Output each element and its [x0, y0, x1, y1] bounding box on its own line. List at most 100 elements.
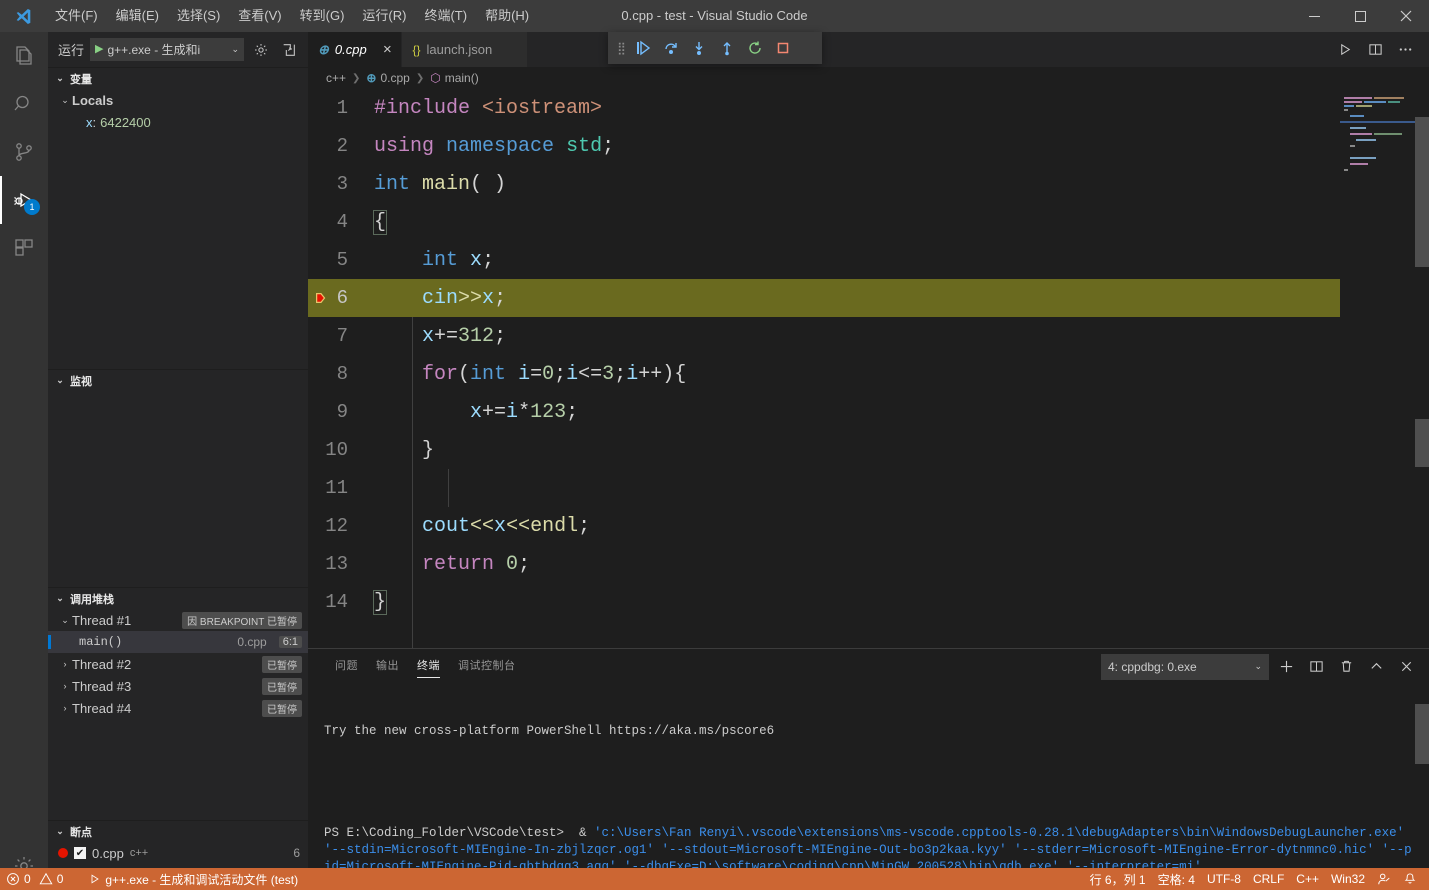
menu-terminal[interactable]: 终端(T): [415, 0, 476, 32]
tab-label: 0.cpp: [334, 42, 367, 57]
sidebar-item-source-control[interactable]: [0, 128, 48, 176]
debug-restart-button[interactable]: [742, 35, 768, 61]
thread-row[interactable]: ⌄ Thread #1 因 BREAKPOINT 已暂停: [48, 609, 308, 631]
tab-0cpp[interactable]: ⊕ 0.cpp ×: [308, 32, 403, 67]
variables-section-header[interactable]: ⌄ 变量: [48, 67, 308, 89]
code-line[interactable]: 5 int x;: [308, 241, 1429, 279]
search-icon: [14, 95, 29, 111]
thread-row[interactable]: › Thread #3 已暂停: [48, 675, 308, 697]
kill-terminal-button[interactable]: [1333, 654, 1359, 680]
variable-row[interactable]: x: 6422400: [48, 111, 308, 133]
stack-frame-row[interactable]: main() 0.cpp 6:1: [48, 631, 308, 653]
terminal-select[interactable]: 4: cppdbg: 0.exe ⌄: [1101, 653, 1269, 680]
menu-edit[interactable]: 编辑(E): [107, 0, 168, 32]
close-icon[interactable]: [1383, 0, 1429, 32]
code-editor[interactable]: 1 #include <iostream> 2 using namespace …: [308, 89, 1429, 672]
more-actions-button[interactable]: [1391, 35, 1419, 65]
debug-stop-button[interactable]: [770, 35, 796, 61]
breakpoint-row[interactable]: ✔ 0.cpp c++ 6: [48, 842, 308, 864]
drag-handle-icon[interactable]: ⣿: [614, 41, 628, 55]
debug-step-into-button[interactable]: [686, 35, 712, 61]
debug-step-out-button[interactable]: [714, 35, 740, 61]
tab-launchjson[interactable]: {} launch.json ×: [402, 32, 529, 67]
breakpoints-section-header[interactable]: ⌄ 断点: [48, 820, 308, 842]
minimize-icon[interactable]: [1291, 0, 1337, 32]
status-indentation[interactable]: 空格: 4: [1152, 868, 1201, 890]
status-platform[interactable]: Win32: [1325, 868, 1371, 890]
maximize-icon[interactable]: [1337, 0, 1383, 32]
status-notifications-button[interactable]: [1397, 868, 1423, 890]
debug-continue-button[interactable]: [630, 35, 656, 61]
split-terminal-button[interactable]: [1303, 654, 1329, 680]
code-line[interactable]: 4 {: [308, 203, 1429, 241]
code-line[interactable]: 8 for(int i=0;i<=3;i++){: [308, 355, 1429, 393]
tab-output[interactable]: 输出: [367, 649, 408, 684]
code-line[interactable]: 10 }: [308, 431, 1429, 469]
status-language-mode[interactable]: C++: [1290, 868, 1325, 890]
sidebar-item-search[interactable]: [0, 80, 48, 128]
status-problems[interactable]: 0 0: [0, 868, 69, 890]
code-line[interactable]: 9 x+=i*123;: [308, 393, 1429, 431]
menu-run[interactable]: 运行(R): [353, 0, 415, 32]
line-number: 11: [325, 477, 348, 499]
sidebar-item-extensions[interactable]: [0, 224, 48, 272]
maximize-panel-button[interactable]: [1363, 654, 1389, 680]
menu-view[interactable]: 查看(V): [229, 0, 290, 32]
code-line[interactable]: 14 }: [308, 583, 1429, 621]
editor-scrollbar[interactable]: [1415, 89, 1429, 672]
breadcrumb-item-symbol[interactable]: main(): [445, 71, 479, 85]
thread-row[interactable]: › Thread #2 已暂停: [48, 653, 308, 675]
status-encoding[interactable]: UTF-8: [1201, 868, 1247, 890]
chevron-down-icon: ⌄: [61, 94, 69, 105]
code-line-current[interactable]: 6 cin>>x;: [308, 279, 1429, 317]
close-icon: [1401, 661, 1411, 672]
menu-file[interactable]: 文件(F): [46, 0, 107, 32]
scrollbar-thumb[interactable]: [1415, 117, 1429, 267]
status-cursor-position[interactable]: 行 6，列 1: [1084, 868, 1152, 890]
code-line[interactable]: 2 using namespace std;: [308, 127, 1429, 165]
debug-config-select[interactable]: ▶ g++.exe - 生成和i ⌄: [90, 38, 244, 61]
status-eol[interactable]: CRLF: [1247, 868, 1290, 890]
open-debug-console-button[interactable]: [278, 39, 300, 61]
close-panel-button[interactable]: [1393, 654, 1419, 680]
call-stack-section-header[interactable]: ⌄ 调用堆栈: [48, 587, 308, 609]
menu-selection[interactable]: 选择(S): [168, 0, 229, 32]
code-line[interactable]: 13 return 0;: [308, 545, 1429, 583]
breadcrumb-item-file[interactable]: 0.cpp: [380, 71, 409, 85]
code-line[interactable]: 12 cout<<x<<endl;: [308, 507, 1429, 545]
code-line[interactable]: 1 #include <iostream>: [308, 89, 1429, 127]
close-icon[interactable]: ×: [383, 42, 392, 57]
minimap[interactable]: [1340, 89, 1415, 672]
scrollbar-thumb-overview[interactable]: [1415, 419, 1429, 467]
menu-help[interactable]: 帮助(H): [476, 0, 538, 32]
split-editor-button[interactable]: [1361, 35, 1389, 65]
debug-floating-toolbar[interactable]: ⣿: [608, 32, 822, 64]
sidebar-item-explorer[interactable]: [0, 32, 48, 80]
scope-label: Locals: [72, 92, 114, 108]
variable-colon: :: [92, 114, 97, 130]
status-feedback-button[interactable]: [1371, 868, 1397, 890]
terminal-scrollbar[interactable]: [1415, 704, 1429, 869]
breadcrumb-item-cpp[interactable]: c++: [326, 71, 346, 85]
menu-go[interactable]: 转到(G): [291, 0, 354, 32]
watch-section-header[interactable]: ⌄ 监视: [48, 369, 308, 391]
sidebar-item-run-and-debug[interactable]: 1: [0, 176, 48, 224]
run-code-button[interactable]: [1331, 35, 1359, 65]
status-run-task[interactable]: g++.exe - 生成和调试活动文件 (test): [83, 868, 304, 890]
variables-scope-locals[interactable]: ⌄ Locals: [48, 89, 308, 111]
breakpoint-current-icon[interactable]: [314, 291, 334, 305]
tab-problems[interactable]: 问题: [326, 649, 367, 684]
code-line[interactable]: 11: [308, 469, 1429, 507]
variable-value: 6422400: [100, 114, 151, 130]
scrollbar-thumb[interactable]: [1415, 704, 1429, 764]
breakpoint-checkbox[interactable]: ✔: [74, 847, 86, 859]
terminal-output[interactable]: Try the new cross-platform PowerShell ht…: [308, 689, 1429, 869]
new-terminal-button[interactable]: [1273, 654, 1299, 680]
tab-terminal[interactable]: 终端: [408, 649, 449, 684]
debug-step-over-button[interactable]: [658, 35, 684, 61]
code-line[interactable]: 7 x+=312;: [308, 317, 1429, 355]
tab-debug-console[interactable]: 调试控制台: [449, 649, 525, 684]
debug-settings-button[interactable]: [250, 39, 272, 61]
code-line[interactable]: 3 int main( ): [308, 165, 1429, 203]
thread-row[interactable]: › Thread #4 已暂停: [48, 697, 308, 719]
